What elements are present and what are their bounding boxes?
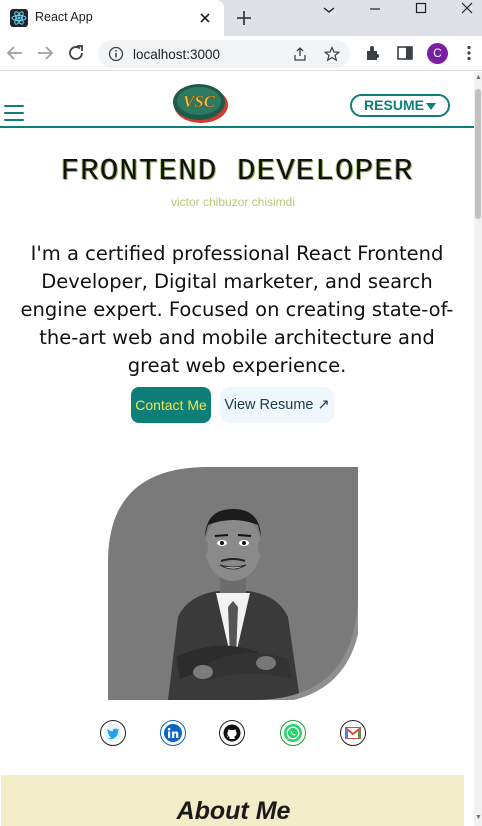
site-header: VSC RESUME <box>0 72 474 128</box>
view-resume-button[interactable]: View Resume ↗ <box>220 387 334 423</box>
browser-tab[interactable]: React App <box>0 0 224 36</box>
linkedin-icon <box>164 724 182 742</box>
linkedin-link[interactable] <box>160 720 186 746</box>
side-panel-icon[interactable] <box>396 44 414 62</box>
about-section: About Me <box>1 775 464 826</box>
close-tab-icon[interactable] <box>196 9 214 27</box>
whatsapp-icon <box>284 724 302 742</box>
address-bar[interactable]: localhost:3000 <box>98 40 350 68</box>
whatsapp-link[interactable] <box>280 720 306 746</box>
profile-illustration <box>108 467 358 700</box>
new-tab-icon[interactable] <box>233 7 255 29</box>
forward-icon[interactable] <box>34 42 56 64</box>
chevron-button[interactable] <box>352 0 398 18</box>
hero-subtitle: victor chibuzor chisimdi <box>170 195 296 209</box>
site-logo[interactable]: VSC <box>172 80 228 124</box>
hamburger-menu-icon[interactable] <box>4 105 24 122</box>
gmail-link[interactable] <box>340 720 366 746</box>
github-link[interactable] <box>219 720 245 746</box>
maximize-icon <box>415 2 427 14</box>
twitter-icon <box>104 724 122 742</box>
hero-title: FRONTEND DEVELOPER <box>60 154 414 189</box>
contact-me-button[interactable]: Contact Me <box>131 387 211 423</box>
about-title: About Me <box>176 797 291 825</box>
page-viewport: VSC RESUME FRONTEND DEVELOPER victor chi… <box>0 72 474 826</box>
browser-tabstrip: React App <box>0 0 482 36</box>
scroll-up-arrow-icon[interactable]: ▲ <box>475 74 482 81</box>
minimize-icon <box>323 7 335 13</box>
gmail-icon <box>344 727 362 739</box>
twitter-link[interactable] <box>100 720 126 746</box>
url-text: localhost:3000 <box>133 47 221 62</box>
resume-label: RESUME <box>364 97 424 113</box>
info-icon[interactable] <box>108 46 124 62</box>
share-icon[interactable] <box>292 46 308 62</box>
scrollbar-thumb[interactable] <box>475 89 481 219</box>
minimize-button[interactable] <box>306 0 352 18</box>
extensions-icon[interactable] <box>364 44 382 62</box>
reload-icon[interactable] <box>65 42 87 64</box>
browser-toolbar: localhost:3000 C <box>0 36 482 71</box>
maximize-button[interactable] <box>398 0 444 18</box>
close-window-icon <box>461 2 473 14</box>
back-icon[interactable] <box>4 42 26 64</box>
hero-description: I'm a certified professional React Front… <box>20 242 454 377</box>
profile-avatar[interactable]: C <box>427 43 448 64</box>
tab-title: React App <box>35 10 93 24</box>
close-window-button[interactable] <box>444 0 482 18</box>
caret-down-icon <box>425 103 436 110</box>
github-icon <box>223 724 241 742</box>
menu-kebab-icon[interactable] <box>460 44 478 62</box>
bookmark-star-icon[interactable] <box>324 46 340 62</box>
scroll-down-arrow-icon[interactable]: ▼ <box>475 814 482 821</box>
minimize-window-icon <box>370 8 380 10</box>
logo-text: VSC <box>183 92 216 111</box>
page-scrollbar[interactable]: ▲ ▼ <box>474 72 482 826</box>
resume-dropdown-button[interactable]: RESUME <box>350 94 450 117</box>
react-favicon-icon <box>10 9 28 27</box>
